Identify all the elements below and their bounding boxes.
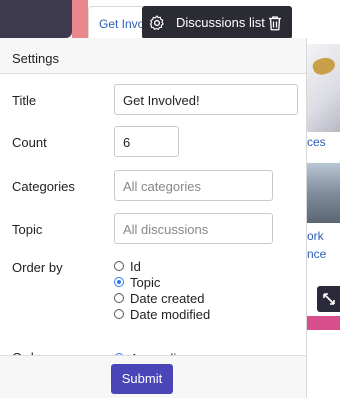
block-name: Discussions list <box>176 15 265 30</box>
trash-icon[interactable] <box>266 14 284 32</box>
page-tab-label: Get Invo <box>99 17 145 31</box>
radio-icon <box>114 309 124 319</box>
panel-footer: Submit <box>0 355 306 398</box>
count-field[interactable]: 6 <box>114 126 179 157</box>
card-title-1[interactable]: ces <box>307 135 326 149</box>
panel-title: Settings <box>0 38 306 74</box>
card-footer-bar <box>307 316 340 330</box>
topic-label: Topic <box>12 222 43 237</box>
card-image-1[interactable] <box>307 44 340 132</box>
radio-icon <box>114 293 124 303</box>
card-title-2-line2: nce <box>307 247 327 261</box>
block-toolbar: Discussions list <box>142 6 292 39</box>
card-title-2[interactable]: ork nce <box>307 227 326 263</box>
categories-field[interactable]: All categories <box>114 170 273 201</box>
order-by-label: Order by <box>12 260 63 275</box>
topic-field[interactable]: All discussions <box>114 213 273 244</box>
header-accent-strip <box>72 0 88 38</box>
card-image-2[interactable] <box>307 163 340 223</box>
order-by-option-label: Date created <box>130 290 205 306</box>
radio-icon <box>114 261 124 271</box>
radio-checked-icon <box>114 277 124 287</box>
resize-button[interactable] <box>317 286 340 312</box>
title-field[interactable]: Get Involved! <box>114 84 298 115</box>
order-by-option-label: Topic <box>130 274 161 290</box>
count-label: Count <box>12 135 47 150</box>
order-by-options: Id Topic Date created Date modified <box>114 258 210 322</box>
order-by-option-label: Date modified <box>130 306 211 322</box>
order-by-option-id[interactable]: Id <box>114 258 210 274</box>
order-by-option-date-modified[interactable]: Date modified <box>114 306 210 322</box>
order-by-option-label: Id <box>130 258 141 274</box>
categories-label: Categories <box>12 179 75 194</box>
order-by-option-topic[interactable]: Topic <box>114 274 210 290</box>
submit-button[interactable]: Submit <box>111 364 173 394</box>
settings-panel: Settings Title Get Involved! Count 6 Cat… <box>0 38 307 398</box>
header-dark-block <box>0 0 72 38</box>
gear-icon[interactable] <box>148 14 166 32</box>
card-title-2-line1: ork <box>307 229 324 243</box>
order-by-option-date-created[interactable]: Date created <box>114 290 210 306</box>
resize-arrows-icon <box>322 293 335 305</box>
title-label: Title <box>12 93 37 108</box>
